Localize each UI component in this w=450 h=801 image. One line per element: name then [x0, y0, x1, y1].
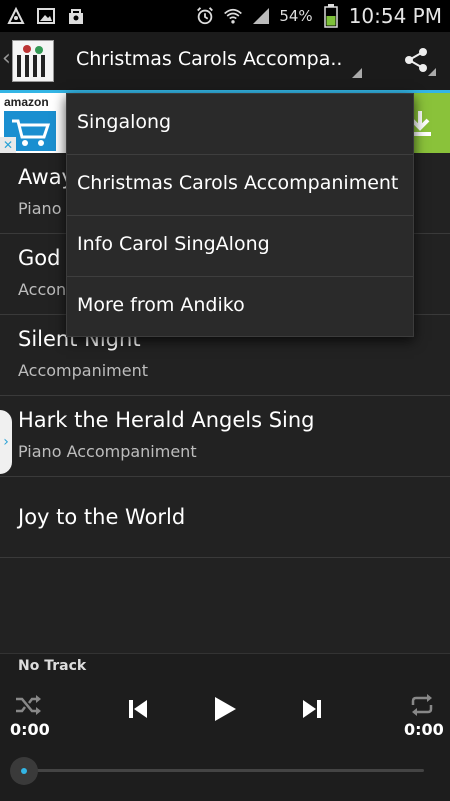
track-subtitle: Piano [18, 199, 62, 218]
clock: 10:54 PM [348, 4, 442, 28]
shuffle-button[interactable] [12, 692, 44, 718]
signal-icon [251, 6, 271, 26]
overflow-caret-icon [428, 68, 436, 76]
skip-next-icon [303, 700, 321, 718]
menu-item-label: Info Carol SingAlong [77, 233, 270, 255]
menu-item-label: Singalong [77, 111, 172, 133]
ad-close-button[interactable]: ✕ [0, 137, 16, 153]
action-bar: ‹ Christmas Carols Accompa.. [0, 32, 450, 93]
elapsed-time: 0:00 [10, 720, 50, 739]
repeat-icon [411, 694, 433, 716]
track-title: God [18, 246, 61, 270]
app-icon[interactable] [12, 40, 54, 82]
battery-icon [321, 4, 341, 28]
track-title: Hark the Herald Angels Sing [18, 408, 315, 432]
play-icon [215, 697, 236, 721]
wifi-icon [223, 6, 243, 26]
track-subtitle: Piano Accompaniment [18, 442, 197, 461]
menu-item-singalong[interactable]: Singalong [67, 94, 413, 155]
previous-button[interactable] [120, 692, 156, 726]
repeat-button[interactable] [406, 692, 438, 718]
alarm-icon [195, 6, 215, 26]
ad-brand-text: amazon [4, 95, 49, 109]
menu-item-accompaniment[interactable]: Christmas Carols Accompaniment [67, 155, 413, 216]
menu-item-info[interactable]: Info Carol SingAlong [67, 216, 413, 277]
back-chevron-icon[interactable]: ‹ [2, 46, 11, 71]
menu-item-label: Christmas Carols Accompaniment [77, 172, 399, 194]
menu-item-label: More from Andiko [77, 294, 245, 316]
duration-time: 0:00 [404, 720, 444, 739]
seek-bar[interactable] [26, 769, 424, 772]
app-title[interactable]: Christmas Carols Accompa.. [76, 48, 342, 70]
seek-thumb[interactable] [10, 757, 38, 785]
track-subtitle: Accon [18, 280, 67, 299]
menu-item-more-from-andiko[interactable]: More from Andiko [67, 277, 413, 337]
dropdown-caret-icon [352, 68, 362, 78]
list-item[interactable]: Hark the Herald Angels Sing Piano Accomp… [0, 396, 450, 477]
skip-previous-icon [129, 700, 147, 718]
track-title: Joy to the World [18, 505, 186, 529]
player-panel: No Track 0:00 0:00 [0, 653, 450, 801]
side-drawer-tab[interactable]: › [0, 410, 12, 474]
shuffle-icon [16, 695, 41, 715]
status-bar: 54% 10:54 PM [0, 0, 450, 32]
shopping-bag-icon [66, 6, 86, 26]
list-item[interactable]: Joy to the World [0, 477, 450, 558]
track-subtitle: Accompaniment [18, 361, 149, 380]
next-button[interactable] [294, 692, 330, 726]
dropdown-menu: Singalong Christmas Carols Accompaniment… [66, 93, 414, 337]
battery-percent: 54% [279, 7, 313, 25]
share-icon [405, 48, 427, 72]
now-playing-label: No Track [18, 658, 87, 674]
play-button[interactable] [206, 690, 244, 728]
notification-icon [6, 6, 26, 26]
image-icon [36, 6, 56, 26]
